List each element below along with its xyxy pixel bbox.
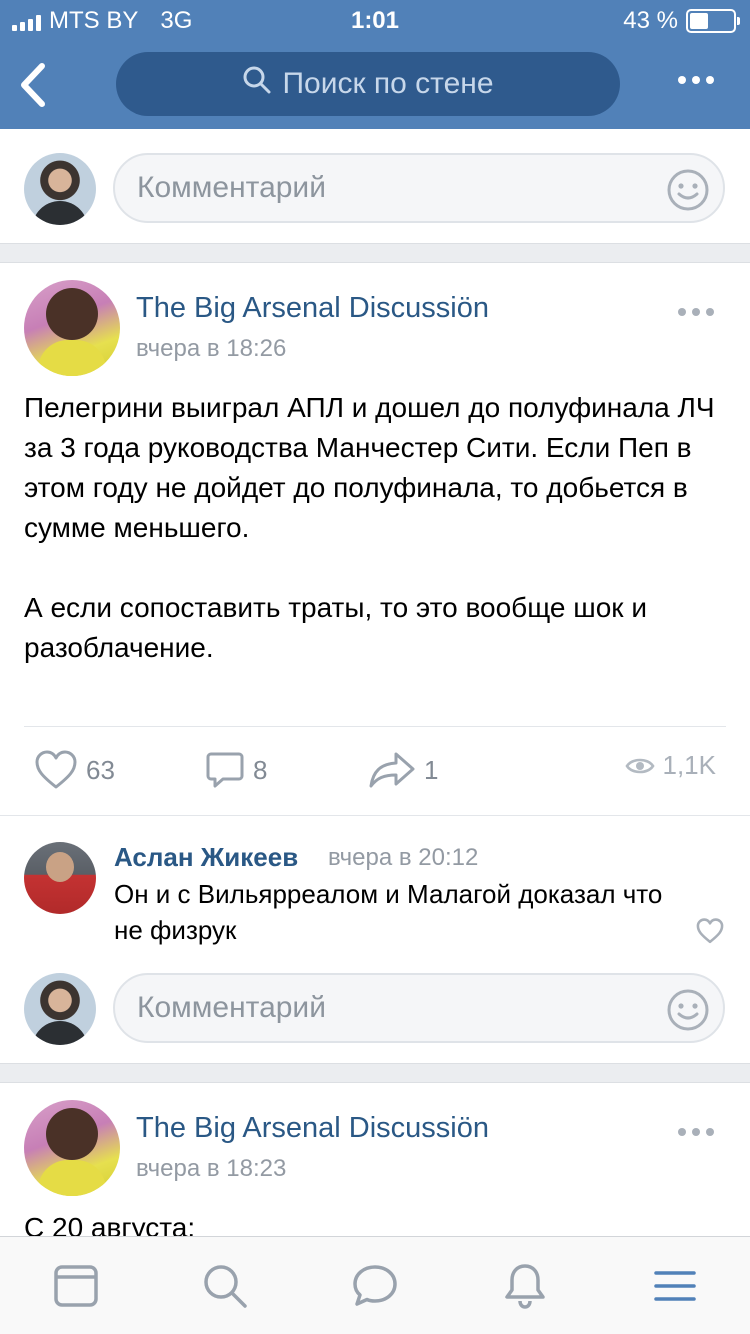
- comment-button[interactable]: 8: [205, 750, 267, 790]
- post-paragraph: Пелегрини выиграл АПЛ и дошел до полуфин…: [24, 392, 715, 543]
- post-paragraph: А если сопоставить траты, то это вообще …: [24, 592, 647, 663]
- comments-count: 8: [253, 754, 268, 785]
- status-bar: MTS BY 3G 1:01 43 %: [0, 0, 750, 40]
- community-avatar[interactable]: [24, 1100, 120, 1196]
- wall-search-field[interactable]: Поиск по стене: [116, 52, 620, 116]
- reply-time: вчера в 20:12: [328, 844, 479, 871]
- reply-text: Он и с Вильярреалом и Малагой доказал чт…: [114, 879, 663, 945]
- divider: [24, 726, 726, 727]
- app-header: MTS BY 3G 1:01 43 % Поиск по стене: [0, 0, 750, 129]
- more-icon[interactable]: [678, 76, 714, 84]
- post-author[interactable]: The Big Arsenal Discussiön: [136, 1112, 489, 1145]
- reply-heart-icon[interactable]: [696, 918, 724, 944]
- divider: [0, 815, 750, 816]
- my-avatar: [24, 153, 96, 225]
- back-chevron-icon[interactable]: [14, 60, 54, 110]
- my-avatar: [24, 973, 96, 1045]
- post-text: Пелегрини выиграл АПЛ и дошел до полуфин…: [24, 388, 724, 668]
- like-button[interactable]: 63: [34, 750, 115, 790]
- messages-tab[interactable]: [350, 1261, 400, 1311]
- post-time: вчера в 18:26: [136, 335, 287, 362]
- search-icon: [242, 65, 272, 103]
- heart-icon: [34, 750, 78, 790]
- post-time: вчера в 18:23: [136, 1155, 287, 1182]
- battery-percent: 43 %: [623, 7, 678, 34]
- post-actions: 63 8 1 1,1K: [0, 742, 750, 802]
- search-tab[interactable]: [200, 1261, 250, 1311]
- comment-placeholder: Комментарий: [137, 171, 326, 204]
- comment-composer: Комментарий: [0, 953, 750, 1063]
- comment-placeholder: Комментарий: [137, 991, 326, 1024]
- section-separator: [0, 1063, 750, 1083]
- search-placeholder: Поиск по стене: [282, 67, 494, 100]
- views-count: 1,1K: [662, 750, 717, 780]
- section-separator: [0, 243, 750, 263]
- comment-composer: Комментарий: [0, 133, 750, 243]
- battery-icon: [686, 9, 740, 33]
- share-button[interactable]: 1: [368, 750, 438, 790]
- share-arrow-icon: [368, 750, 416, 790]
- comment-input[interactable]: Комментарий: [113, 153, 725, 223]
- eye-icon: [624, 755, 655, 777]
- post-more-icon[interactable]: [678, 308, 714, 316]
- shares-count: 1: [424, 754, 439, 785]
- reply-avatar[interactable]: [24, 842, 96, 914]
- comment-input[interactable]: Комментарий: [113, 973, 725, 1043]
- tab-bar: [0, 1236, 750, 1334]
- comment-icon: [205, 750, 245, 790]
- post-more-icon[interactable]: [678, 1128, 714, 1136]
- smile-icon[interactable]: [667, 169, 709, 211]
- menu-tab[interactable]: [650, 1261, 700, 1311]
- reply-author[interactable]: Аслан Жикеев: [114, 842, 298, 873]
- post-author[interactable]: The Big Arsenal Discussiön: [136, 292, 489, 325]
- community-avatar[interactable]: [24, 280, 120, 376]
- news-tab[interactable]: [51, 1261, 101, 1311]
- views-counter: 1,1K: [624, 750, 717, 781]
- smile-icon[interactable]: [667, 989, 709, 1031]
- likes-count: 63: [86, 754, 115, 785]
- notifications-tab[interactable]: [500, 1261, 550, 1311]
